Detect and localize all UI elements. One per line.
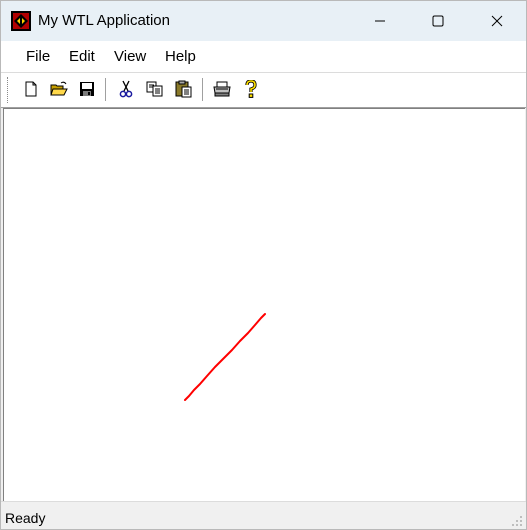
drawing-canvas[interactable]: [4, 109, 525, 501]
maximize-icon: [432, 15, 444, 27]
paste-button[interactable]: [173, 78, 195, 100]
new-document-icon: [25, 81, 37, 97]
size-grip-icon[interactable]: [511, 515, 523, 527]
toolbar-separator: [105, 78, 107, 101]
menu-file[interactable]: File: [26, 48, 50, 65]
status-text: Ready: [5, 510, 46, 526]
help-button[interactable]: [240, 78, 262, 100]
minimize-button[interactable]: [351, 1, 409, 41]
title-bar[interactable]: My WTL Application: [1, 1, 526, 41]
save-button[interactable]: [76, 78, 98, 100]
printer-icon: [213, 81, 231, 97]
copy-icon: [146, 81, 163, 97]
app-window: My WTL Application File Edit View Help R…: [0, 0, 527, 530]
toolbar: [1, 73, 526, 108]
menu-bar: File Edit View Help: [1, 41, 526, 73]
save-disk-icon: [80, 82, 94, 96]
client-area[interactable]: [3, 108, 525, 501]
close-button[interactable]: [468, 1, 526, 41]
app-icon[interactable]: [11, 11, 31, 31]
status-bar: Ready: [1, 501, 526, 529]
menu-help[interactable]: Help: [165, 48, 196, 65]
new-button[interactable]: [20, 78, 42, 100]
cut-button[interactable]: [115, 78, 137, 100]
drawn-line: [184, 313, 266, 401]
copy-button[interactable]: [144, 78, 166, 100]
close-icon: [491, 15, 503, 27]
print-button[interactable]: [211, 78, 233, 100]
minimize-icon: [375, 20, 385, 22]
menu-view[interactable]: View: [114, 48, 146, 65]
paste-clipboard-icon: [175, 80, 192, 98]
window-title: My WTL Application: [38, 12, 170, 29]
open-button[interactable]: [48, 78, 70, 100]
help-question-icon: [245, 80, 257, 98]
toolbar-grip[interactable]: [7, 77, 11, 103]
toolbar-separator: [202, 78, 204, 101]
menu-edit[interactable]: Edit: [69, 48, 95, 65]
open-folder-icon: [50, 81, 68, 96]
scissors-icon: [119, 80, 133, 98]
maximize-button[interactable]: [409, 1, 467, 41]
